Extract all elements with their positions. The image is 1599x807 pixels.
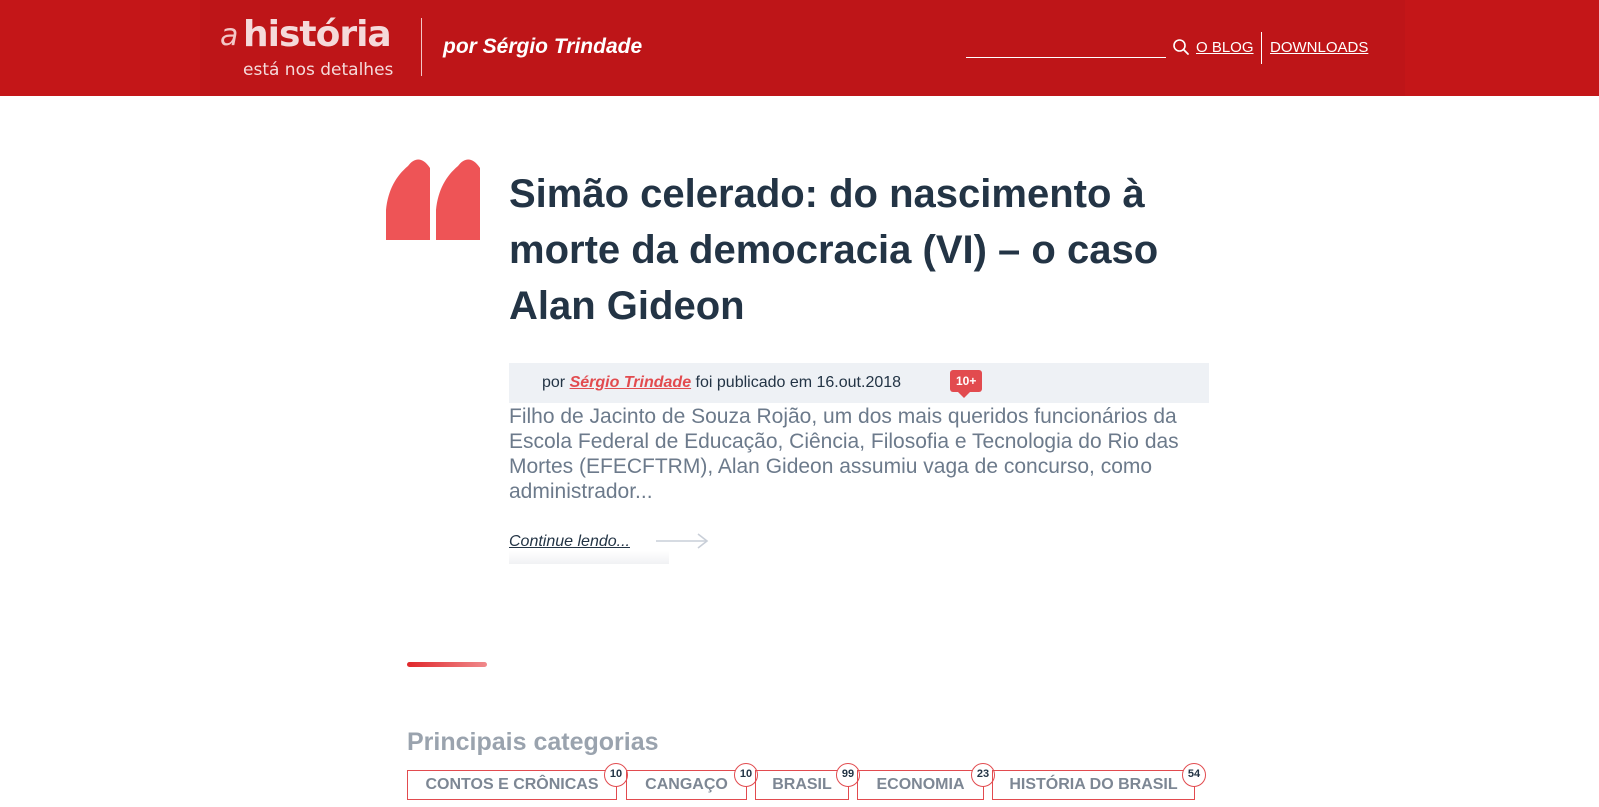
author-link[interactable]: Sérgio Trindade <box>570 374 692 391</box>
post-meta-text: por Sérgio Trindade foi publicado em 16.… <box>542 374 901 392</box>
category-tag[interactable]: CANGAÇO 10 <box>626 763 758 800</box>
category-tag[interactable]: ECONOMIA 23 <box>857 763 995 800</box>
site-header: a história está nos detalhes por Sérgio … <box>0 0 1599 96</box>
meta-prefix: por <box>542 374 566 391</box>
search-icon[interactable] <box>1172 38 1190 56</box>
nav-link-blog[interactable]: O BLOG <box>1196 39 1254 56</box>
category-label: ECONOMIA <box>876 776 965 793</box>
nav-divider <box>1261 32 1262 64</box>
post-excerpt: Filho de Jacinto de Souza Rojão, um dos … <box>509 405 1179 503</box>
header-divider <box>421 18 422 76</box>
continue-reading[interactable]: Continue lendo... <box>509 530 709 564</box>
logo-prefix: a <box>220 18 238 53</box>
section-divider <box>407 662 487 667</box>
category-count-badge: 10 <box>604 763 628 787</box>
category-tag[interactable]: CONTOS E CRÔNICAS 10 <box>407 763 628 800</box>
quote-mark-icon <box>386 159 480 240</box>
category-label: BRASIL <box>772 776 832 793</box>
category-tag[interactable]: BRASIL 99 <box>755 763 860 800</box>
header-inner: a história está nos detalhes por Sérgio … <box>200 0 1405 96</box>
header-byline: por Sérgio Trindade <box>443 35 643 58</box>
nav-link-downloads[interactable]: DOWNLOADS <box>1270 39 1368 56</box>
continue-reading-link[interactable]: Continue lendo... <box>509 533 630 551</box>
category-tag[interactable]: HISTÓRIA DO BRASIL 54 <box>992 763 1206 800</box>
published-date: foi publicado em 16.out.2018 <box>695 374 902 391</box>
category-label: HISTÓRIA DO BRASIL <box>1009 776 1178 793</box>
category-label: CONTOS E CRÔNICAS <box>425 776 599 793</box>
category-label: CANGAÇO <box>645 776 728 793</box>
comments-count-badge[interactable]: 10+ <box>950 370 983 398</box>
logo-subtitle: está nos detalhes <box>243 60 394 80</box>
category-list: CONTOS E CRÔNICAS 10 CANGAÇO 10 BRASIL 9… <box>407 763 1207 800</box>
categories-heading: Principais categorias <box>407 728 659 756</box>
logo-title: história <box>243 14 392 55</box>
search-input[interactable] <box>966 36 1166 58</box>
category-count-badge: 54 <box>1182 763 1206 787</box>
post-title[interactable]: Simão celerado: do nascimento à morte da… <box>509 166 1209 334</box>
arrow-right-icon[interactable] <box>654 531 710 551</box>
site-logo[interactable]: a história está nos detalhes <box>220 10 405 80</box>
post-meta: por Sérgio Trindade foi publicado em 16.… <box>509 363 1209 403</box>
